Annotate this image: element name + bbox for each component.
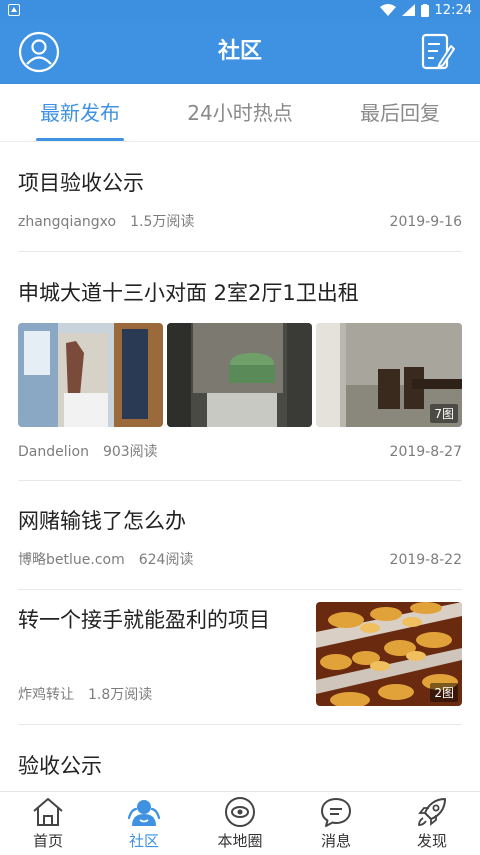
post-author: zhangqiangxo: [18, 214, 117, 230]
signal-icon: [401, 4, 415, 16]
app-bar: 社区: [0, 20, 480, 84]
post-date: 2019-8-22: [389, 552, 462, 568]
post-item[interactable]: 转一个接手就能盈利的项目 2图 炸鸡转让 1.8万阅读: [18, 602, 462, 725]
community-icon: [127, 800, 161, 826]
post-item[interactable]: 网赌输钱了怎么办 博略betlue.com 624阅读 2019-8-22: [18, 506, 462, 602]
post-meta: Dandelion 903阅读 2019-8-27: [18, 442, 462, 462]
nav-local-circle[interactable]: 本地圈: [192, 792, 288, 855]
post-title: 验收公示: [18, 754, 102, 778]
post-reads: 1.8万阅读: [88, 687, 153, 703]
nav-label: 消息: [320, 832, 351, 850]
image-count-badge: 2图: [430, 683, 458, 702]
post-feed[interactable]: 项目验收公示 zhangqiangxo 1.5万阅读 2019-9-16 申城大道…: [0, 142, 480, 791]
edit-note-icon: [421, 33, 455, 70]
new-post-button[interactable]: [420, 32, 456, 72]
post-image-row: 7图: [18, 323, 462, 427]
post-image[interactable]: [18, 323, 163, 427]
page-title: 社区: [217, 39, 262, 64]
notification-icon: [8, 4, 20, 16]
nav-home[interactable]: 首页: [0, 792, 96, 855]
post-reads: 1.5万阅读: [130, 214, 195, 230]
bottom-nav: 首页 社区 本地圈 消息 发现: [0, 791, 480, 855]
tab-indicator: [36, 138, 124, 141]
post-meta: zhangqiangxo 1.5万阅读 2019-9-16: [18, 212, 462, 232]
post-author: 炸鸡转让: [18, 687, 74, 703]
post-meta: 博略betlue.com 624阅读 2019-8-22: [18, 550, 462, 570]
tab-latest[interactable]: 最新发布: [22, 84, 138, 142]
nav-label: 社区: [128, 832, 159, 850]
message-icon: [321, 798, 351, 827]
nav-discover[interactable]: 发现: [384, 792, 480, 855]
tab-bar: 最新发布 24小时热点 最后回复: [0, 84, 480, 142]
wifi-icon: [379, 4, 396, 16]
image-count-badge: 7图: [430, 404, 458, 423]
status-time: 12:24: [434, 2, 472, 18]
post-title: 申城大道十三小对面 2室2厅1卫出租: [18, 281, 359, 305]
post-author: Dandelion: [18, 444, 89, 460]
divider: [18, 589, 462, 590]
rocket-icon: [418, 798, 446, 826]
home-icon: [33, 798, 63, 826]
post-image[interactable]: [167, 323, 312, 427]
nav-label: 发现: [416, 832, 447, 850]
post-author: 博略betlue.com: [18, 552, 125, 568]
post-image[interactable]: 2图: [316, 602, 462, 706]
local-circle-icon: [225, 797, 255, 827]
nav-label: 本地圈: [217, 832, 263, 850]
post-item[interactable]: 项目验收公示 zhangqiangxo 1.5万阅读 2019-9-16: [18, 168, 462, 264]
battery-icon: [420, 3, 429, 17]
post-image[interactable]: 7图: [316, 323, 462, 427]
status-bar: 12:24: [0, 0, 480, 20]
tab-last-reply[interactable]: 最后回复: [342, 84, 458, 142]
post-title: 项目验收公示: [18, 171, 144, 195]
divider: [18, 724, 462, 725]
nav-community[interactable]: 社区: [96, 792, 192, 855]
post-reads: 624阅读: [138, 552, 194, 568]
tab-hot-24h[interactable]: 24小时热点: [172, 84, 308, 142]
post-reads: 903阅读: [102, 444, 158, 460]
post-date: 2019-8-27: [389, 444, 462, 460]
post-date: 2019-9-16: [389, 214, 462, 230]
nav-label: 首页: [32, 832, 63, 850]
divider: [18, 480, 462, 481]
nav-messages[interactable]: 消息: [288, 792, 384, 855]
post-meta: 炸鸡转让 1.8万阅读: [18, 685, 298, 705]
post-title: 网赌输钱了怎么办: [18, 509, 186, 533]
divider: [18, 251, 462, 252]
post-item[interactable]: 验收公示: [18, 751, 462, 791]
